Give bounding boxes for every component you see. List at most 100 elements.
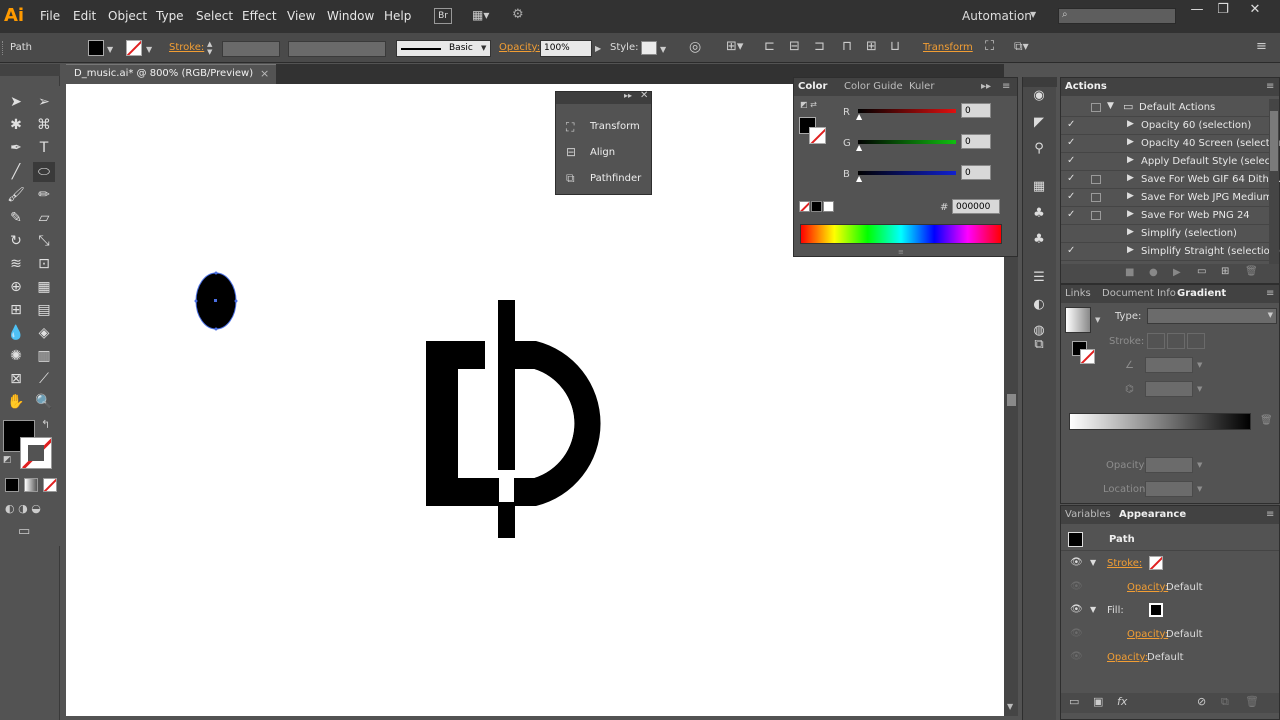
graph-tool-icon[interactable]: ▥: [33, 346, 55, 366]
g-slider-handle[interactable]: ▲: [856, 143, 862, 152]
graphic-style-swatch[interactable]: [641, 41, 657, 55]
workspace-switcher[interactable]: Automation: [962, 9, 1032, 23]
action-set-row[interactable]: ▼ ▭ Default Actions: [1061, 99, 1279, 117]
gradient-mode-icon[interactable]: [24, 478, 38, 492]
appearance-object-opacity-row[interactable]: 👁 Opacity: Default: [1061, 646, 1279, 669]
symbols-panel-icon[interactable]: ⚲: [1027, 141, 1051, 161]
align-hcenter-icon[interactable]: ⊟: [789, 39, 800, 54]
menu-select[interactable]: Select: [196, 9, 233, 23]
stroke-dropdown-icon[interactable]: ▼: [146, 45, 152, 54]
b-slider-handle[interactable]: ▲: [856, 174, 862, 183]
resize-grip-icon[interactable]: ≡: [898, 248, 904, 256]
screen-mode-icon[interactable]: ▭: [18, 524, 30, 539]
artboard-tool-icon[interactable]: ⊠: [5, 369, 27, 389]
actions-scrollbar[interactable]: [1269, 99, 1279, 264]
expand-action-icon[interactable]: ▶: [1127, 119, 1134, 129]
tab-links[interactable]: Links: [1065, 288, 1091, 299]
expand-set-icon[interactable]: ▼: [1107, 101, 1114, 111]
type-tool-icon[interactable]: T: [33, 138, 55, 158]
g-value-field[interactable]: 0: [961, 134, 991, 149]
gpu-performance-icon[interactable]: ⚙: [512, 7, 534, 25]
rotate-tool-icon[interactable]: ↻: [5, 231, 27, 251]
toggle-check-icon[interactable]: ✓: [1067, 155, 1075, 166]
actions-menu-icon[interactable]: ≡: [1266, 81, 1274, 92]
dialog-toggle-icon[interactable]: [1091, 175, 1101, 184]
floating-panel-header[interactable]: ▸▸ ✕: [556, 90, 651, 104]
color-stroke-box[interactable]: [809, 127, 826, 144]
stroke-color-box[interactable]: [20, 437, 52, 469]
menu-object[interactable]: Object: [108, 9, 147, 23]
stop-icon[interactable]: ■: [1125, 267, 1134, 278]
align-right-icon[interactable]: ⊐: [814, 39, 825, 54]
scroll-down-icon[interactable]: ▼: [1007, 702, 1013, 711]
pen-tool-icon[interactable]: ✒: [5, 138, 27, 158]
swap-colors-icon[interactable]: ↰: [41, 418, 50, 431]
color-spectrum[interactable]: [800, 224, 1002, 244]
gradient-thumbnail[interactable]: [1065, 307, 1091, 333]
mesh-tool-icon[interactable]: ⊞: [5, 300, 27, 320]
symbol-sprayer-icon[interactable]: ✺: [5, 346, 27, 366]
align-top-icon[interactable]: ⊓: [842, 39, 852, 54]
action-item[interactable]: ✓ ▶ Opacity 60 (selection): [1061, 117, 1279, 135]
expand-action-icon[interactable]: ▶: [1127, 227, 1134, 237]
swatches-panel-icon[interactable]: ▦: [1027, 179, 1051, 199]
tab-actions[interactable]: Actions: [1065, 81, 1107, 92]
fill-dropdown-icon[interactable]: ▼: [107, 45, 113, 54]
expand-action-icon[interactable]: ▶: [1127, 209, 1134, 219]
default-fill-stroke-icon[interactable]: ◩ ⇄: [800, 100, 817, 109]
menu-window[interactable]: Window: [327, 9, 374, 23]
blend-tool-icon[interactable]: ◈: [33, 323, 55, 343]
fill-expand-icon[interactable]: ▼: [1090, 605, 1096, 614]
fill-swatch[interactable]: [88, 40, 104, 56]
appearance-menu-icon[interactable]: ≡: [1266, 509, 1274, 520]
align-icon[interactable]: ⊟: [566, 145, 576, 159]
color-mode-icon[interactable]: [5, 478, 19, 492]
tab-variables[interactable]: Variables: [1065, 509, 1111, 520]
transparency-panel-icon[interactable]: ◐: [1027, 297, 1051, 317]
recolor-artwork-icon[interactable]: ◎: [689, 39, 701, 55]
floating-align-label[interactable]: Align: [590, 147, 615, 158]
direct-selection-tool-icon[interactable]: ➢: [33, 92, 55, 112]
magic-wand-icon[interactable]: ✱: [5, 115, 27, 135]
r-value-field[interactable]: 0: [961, 103, 991, 118]
draw-mode-icon[interactable]: ◐ ◑ ◒: [5, 502, 41, 515]
appearance-fill-opacity-row[interactable]: 👁 Opacity: Default: [1061, 623, 1279, 646]
appearance-fill-swatch[interactable]: [1149, 603, 1163, 617]
visibility-eye-icon[interactable]: 👁: [1070, 628, 1083, 639]
toggle-check-icon[interactable]: ✓: [1067, 173, 1075, 184]
black-swatch[interactable]: [811, 201, 822, 212]
action-item[interactable]: ✓ ▶ Apply Default Style (selecti...: [1061, 153, 1280, 171]
pathfinder-icon[interactable]: ⧉: [566, 171, 575, 186]
menu-view[interactable]: View: [287, 9, 315, 23]
fill-opacity-label[interactable]: Opacity:: [1127, 629, 1168, 640]
visibility-eye-icon[interactable]: 👁: [1070, 557, 1083, 568]
floating-pathfinder-label[interactable]: Pathfinder: [590, 173, 641, 184]
appearance-stroke-swatch[interactable]: [1149, 556, 1163, 570]
transform-icon[interactable]: ⛶: [566, 120, 574, 135]
visibility-eye-icon[interactable]: 👁: [1070, 651, 1083, 662]
menu-edit[interactable]: Edit: [73, 9, 96, 23]
width-tool-icon[interactable]: ≋: [5, 254, 27, 274]
play-icon[interactable]: ▶: [1173, 267, 1181, 278]
workspace-dropdown-icon[interactable]: ▼: [1030, 10, 1036, 19]
appearance-stroke-row[interactable]: 👁 ▼ Stroke:: [1061, 552, 1279, 575]
default-colors-icon[interactable]: ◩: [3, 455, 12, 465]
none-swatch[interactable]: [799, 201, 810, 212]
layers-panel-icon[interactable]: ⧉: [1027, 337, 1051, 357]
make-envelope-icon[interactable]: ⧉▾: [1014, 39, 1029, 54]
gradient-tool-icon[interactable]: ▤: [33, 300, 55, 320]
symbol-library-icon[interactable]: ♣: [1027, 232, 1051, 252]
control-panel-menu-icon[interactable]: ≡: [1256, 39, 1267, 54]
align-vcenter-icon[interactable]: ⊞: [866, 39, 877, 54]
stroke-expand-icon[interactable]: ▼: [1090, 558, 1096, 567]
r-slider[interactable]: [858, 109, 956, 113]
tab-appearance[interactable]: Appearance: [1119, 509, 1186, 520]
dialog-toggle-icon[interactable]: [1091, 193, 1101, 202]
actions-panel-icon[interactable]: ◉: [1027, 88, 1051, 108]
variable-width-profile[interactable]: [288, 41, 386, 57]
gradient-stroke-icon[interactable]: [1080, 349, 1095, 364]
collapse-panel-icon[interactable]: ▸▸: [624, 91, 632, 100]
document-tab[interactable]: D_music.ai* @ 800% (RGB/Preview) ×: [66, 64, 276, 84]
toggle-check-icon[interactable]: ✓: [1067, 119, 1075, 130]
gradient-type-select[interactable]: ▼: [1147, 308, 1277, 324]
